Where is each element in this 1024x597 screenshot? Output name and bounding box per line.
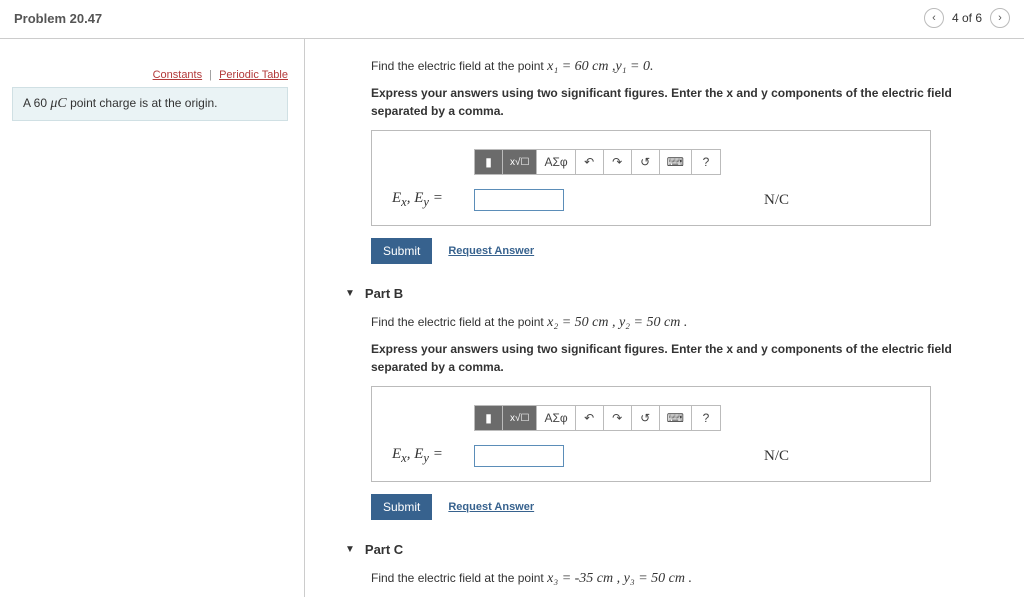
partB-field-label: Ex, Ey = xyxy=(392,446,464,466)
partC-prompt1: Find the electric field at the point x₃ … xyxy=(371,569,1000,589)
help-button[interactable]: ? xyxy=(692,150,720,174)
sqrt-icon[interactable]: x√☐ xyxy=(503,150,537,174)
partC-prompt1-pre: Find the electric field at the point xyxy=(371,571,547,585)
partB-unit: N/C xyxy=(764,448,789,465)
partA-prompt1: Find the electric field at the point x₁ … xyxy=(371,57,1000,77)
partC-title: Part C xyxy=(365,542,403,557)
nav-next-button[interactable]: › xyxy=(990,8,1010,28)
header-bar: Problem 20.47 ‹ 4 of 6 › xyxy=(0,0,1024,39)
partA-answer-input[interactable] xyxy=(474,189,564,211)
reset-icon[interactable]: ↺ xyxy=(632,406,660,430)
partB-toolbar: ▮ x√☐ ΑΣφ ↶ ↷ ↺ ⌨ ? xyxy=(474,405,721,431)
partA-field-label: Ex, Ey = xyxy=(392,190,464,210)
partB-input-row: Ex, Ey = N/C xyxy=(392,445,910,467)
help-button[interactable]: ? xyxy=(692,406,720,430)
statement-mu: μC xyxy=(50,96,66,111)
left-column: Constants | Periodic Table A 60 μC point… xyxy=(0,39,305,597)
partB-request-answer[interactable]: Request Answer xyxy=(448,501,534,513)
partA-y: y₁ = 0. xyxy=(615,59,653,74)
partC-y: y₃ = 50 cm . xyxy=(624,571,692,586)
problem-statement: A 60 μC point charge is at the origin. xyxy=(12,87,288,121)
partA-unit: N/C xyxy=(764,192,789,209)
undo-icon[interactable]: ↶ xyxy=(576,150,604,174)
partB-prompt1: Find the electric field at the point x₂ … xyxy=(371,313,1000,333)
statement-pre: A 60 xyxy=(23,96,50,110)
partA-prompt2: Express your answers using two significa… xyxy=(371,85,1000,120)
redo-icon[interactable]: ↷ xyxy=(604,406,632,430)
template-icon[interactable]: ▮ xyxy=(475,406,503,430)
partB-y: y₂ = 50 cm . xyxy=(619,315,687,330)
caret-down-icon[interactable]: ▼ xyxy=(345,288,355,299)
right-column: Find the electric field at the point x₁ … xyxy=(305,39,1024,597)
partB-header[interactable]: ▼ Part B xyxy=(345,286,1000,301)
partA-answer-box: ▮ x√☐ ΑΣφ ↶ ↷ ↺ ⌨ ? Ex, Ey = N/C xyxy=(371,130,931,226)
template-icon[interactable]: ▮ xyxy=(475,150,503,174)
keyboard-icon[interactable]: ⌨ xyxy=(660,406,692,430)
problem-title: Problem 20.47 xyxy=(14,11,924,26)
partA-submit-row: Submit Request Answer xyxy=(371,238,1000,264)
partB-prompt1-pre: Find the electric field at the point xyxy=(371,315,547,329)
nav-prev-button[interactable]: ‹ xyxy=(924,8,944,28)
partB-prompt2: Express your answers using two significa… xyxy=(371,341,1000,376)
statement-post: point charge is at the origin. xyxy=(67,96,218,110)
constants-link[interactable]: Constants xyxy=(153,69,203,81)
partB-answer-input[interactable] xyxy=(474,445,564,467)
partB-submit-row: Submit Request Answer xyxy=(371,494,1000,520)
greek-button[interactable]: ΑΣφ xyxy=(537,150,575,174)
periodic-table-link[interactable]: Periodic Table xyxy=(219,69,288,81)
undo-icon[interactable]: ↶ xyxy=(576,406,604,430)
nav-group: ‹ 4 of 6 › xyxy=(924,8,1010,28)
partC-header[interactable]: ▼ Part C xyxy=(345,542,1000,557)
partB-submit-button[interactable]: Submit xyxy=(371,494,432,520)
partB-x: x₂ = 50 cm , xyxy=(547,315,619,330)
caret-down-icon[interactable]: ▼ xyxy=(345,544,355,555)
partB-answer-box: ▮ x√☐ ΑΣφ ↶ ↷ ↺ ⌨ ? Ex, Ey = N/C xyxy=(371,386,931,482)
partC-x: x₃ = -35 cm , xyxy=(547,571,624,586)
partA-input-row: Ex, Ey = N/C xyxy=(392,189,910,211)
partA-submit-button[interactable]: Submit xyxy=(371,238,432,264)
partA-request-answer[interactable]: Request Answer xyxy=(448,245,534,257)
nav-counter: 4 of 6 xyxy=(952,11,982,25)
reset-icon[interactable]: ↺ xyxy=(632,150,660,174)
keyboard-icon[interactable]: ⌨ xyxy=(660,150,692,174)
sqrt-icon[interactable]: x√☐ xyxy=(503,406,537,430)
greek-button[interactable]: ΑΣφ xyxy=(537,406,575,430)
partA-x: x₁ = 60 cm , xyxy=(547,59,615,74)
partB-title: Part B xyxy=(365,286,403,301)
partA-prompt1-pre: Find the electric field at the point xyxy=(371,59,547,73)
link-separator: | xyxy=(209,69,212,81)
partA-toolbar: ▮ x√☐ ΑΣφ ↶ ↷ ↺ ⌨ ? xyxy=(474,149,721,175)
redo-icon[interactable]: ↷ xyxy=(604,150,632,174)
